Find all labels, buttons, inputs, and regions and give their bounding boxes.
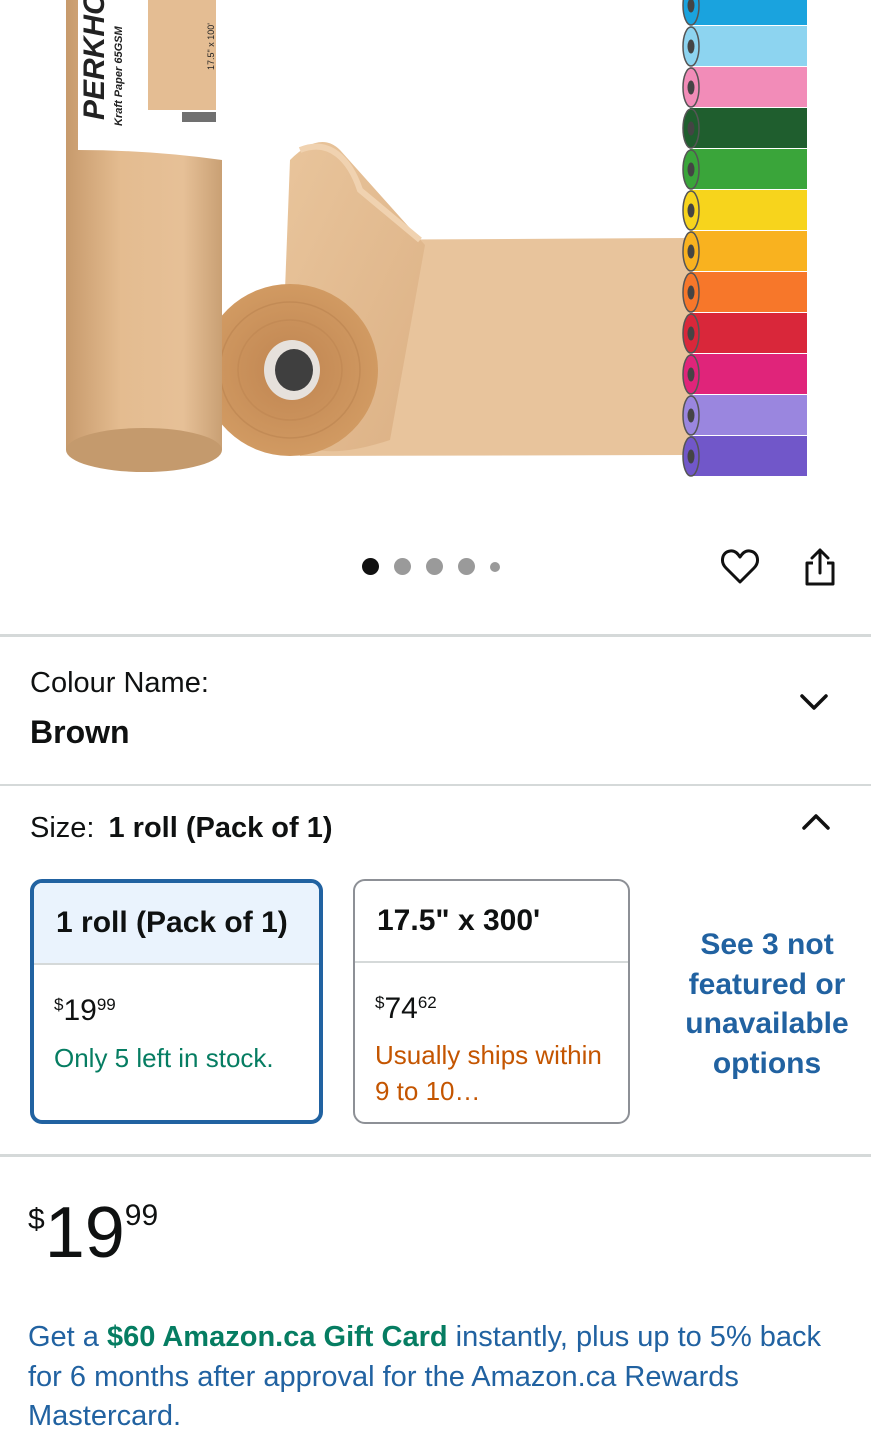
color-roll-core [687, 408, 695, 423]
size-option-price: $7462 [375, 992, 437, 1025]
size-option-1-roll[interactable]: 1 roll (Pack of 1) $1999 Only 5 left in … [30, 879, 323, 1124]
svg-text:Kraft Paper 65GSM: Kraft Paper 65GSM [113, 26, 125, 126]
size-value: 1 roll (Pack of 1) [108, 812, 333, 844]
color-roll-swatch [690, 395, 807, 435]
image-carousel-dots [362, 558, 500, 575]
size-option-price: $1999 [54, 994, 116, 1027]
color-roll-core [687, 39, 695, 54]
chevron-up-icon[interactable] [796, 802, 836, 842]
size-option-title: 1 roll (Pack of 1) [34, 883, 319, 965]
carousel-dot[interactable] [362, 558, 379, 575]
color-roll-swatch [690, 0, 807, 25]
color-roll-swatch [690, 313, 807, 353]
color-roll-core [687, 121, 695, 136]
color-roll-swatch [690, 272, 807, 312]
product-price: $19 99 [28, 1193, 159, 1273]
colour-value: Brown [30, 714, 130, 750]
shipping-status: Usually ships within 9 to 10… [375, 1040, 602, 1106]
color-roll-core [687, 162, 695, 177]
color-roll-swatch [690, 108, 807, 148]
carousel-dot[interactable] [458, 558, 475, 575]
divider [0, 1154, 871, 1157]
color-roll-core [687, 80, 695, 95]
chevron-down-icon[interactable] [794, 682, 834, 722]
kraft-paper-roll-illustration: PERKHO Kraft Paper 65GSM 17.5" x 100' [66, 0, 807, 477]
color-roll-swatch [690, 190, 807, 230]
share-button[interactable] [796, 543, 844, 591]
size-header[interactable]: Size: 1 roll (Pack of 1) [30, 812, 333, 845]
color-roll-swatch [690, 149, 807, 189]
color-roll-swatch [690, 231, 807, 271]
color-roll-core [687, 449, 695, 464]
color-roll-swatch [690, 26, 807, 66]
color-roll-swatch [690, 436, 807, 476]
size-option-title: 17.5" x 300' [355, 881, 628, 963]
svg-text:PERKHO: PERKHO [78, 0, 111, 120]
size-label: Size: [30, 812, 95, 844]
stock-status: Only 5 left in stock. [54, 1043, 274, 1073]
color-roll-core [687, 244, 695, 259]
svg-text:17.5" x 100': 17.5" x 100' [206, 23, 216, 70]
colour-label: Colour Name: [30, 667, 209, 699]
color-roll-core [687, 326, 695, 341]
carousel-dot[interactable] [490, 561, 500, 572]
size-option-300ft[interactable]: 17.5" x 300' $7462 Usually ships within … [353, 879, 630, 1124]
divider [0, 784, 871, 786]
wishlist-button[interactable] [716, 543, 764, 591]
product-image[interactable]: PERKHO Kraft Paper 65GSM 17.5" x 100' [0, 0, 871, 520]
gift-card-amount: $60 Amazon.ca Gift Card [107, 1321, 448, 1353]
credit-card-promo-link[interactable]: Get a $60 Amazon.ca Gift Card instantly,… [28, 1318, 858, 1437]
color-roll-swatch [690, 67, 807, 107]
heart-icon [721, 549, 759, 584]
carousel-dot[interactable] [426, 558, 443, 575]
see-more-options-link[interactable]: See 3 not featured or unavailable option… [664, 925, 870, 1083]
color-roll-swatch [690, 354, 807, 394]
share-icon [805, 548, 835, 586]
color-roll-core [687, 203, 695, 218]
divider [0, 634, 871, 637]
color-roll-core [687, 367, 695, 382]
color-roll-core [687, 285, 695, 300]
carousel-dot[interactable] [394, 558, 411, 575]
